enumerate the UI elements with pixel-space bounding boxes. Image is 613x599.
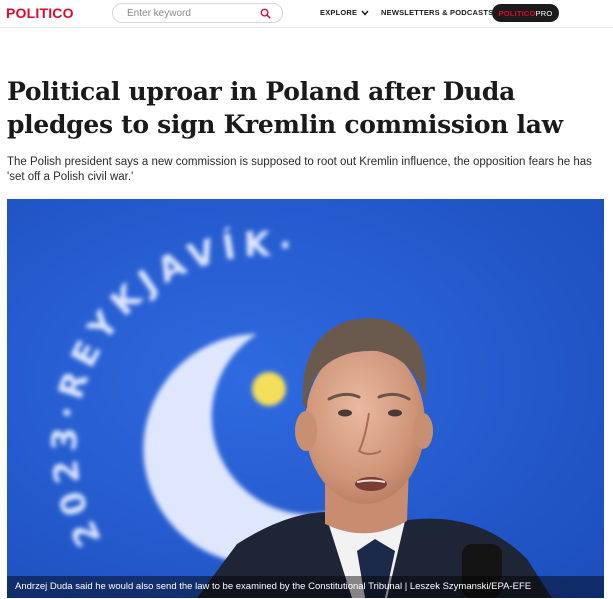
article-headline: Political uproar in Poland after Duda pl… <box>7 77 563 139</box>
pro-button-suffix: PRO <box>535 8 553 18</box>
search-icon[interactable] <box>260 8 271 19</box>
nav-explore[interactable]: EXPLORE <box>320 8 369 17</box>
chevron-down-icon <box>361 10 369 16</box>
politico-pro-button[interactable]: POLITICO PRO <box>492 4 559 22</box>
article-dek: The Polish president says a new commissi… <box>7 156 592 183</box>
politico-logo[interactable]: POLITICO <box>6 5 74 21</box>
nav-newsletters-label: NEWSLETTERS & PODCASTS <box>381 8 494 17</box>
lead-photo: 2023·REYKJAVÍK· Andrzej Duda said he wou… <box>7 199 604 598</box>
photo-caption: Andrzej Duda said he would also send the… <box>7 576 604 598</box>
nav-explore-label: EXPLORE <box>320 8 358 17</box>
site-header: POLITICO EXPLORE NEWSLETTERS & PODCASTS … <box>0 0 613 28</box>
lead-photo-illustration: 2023·REYKJAVÍK· <box>7 199 604 598</box>
search-input[interactable] <box>127 7 257 19</box>
nav-newsletters-podcasts[interactable]: NEWSLETTERS & PODCASTS <box>381 8 505 17</box>
pro-button-brand: POLITICO <box>498 8 536 18</box>
search-box[interactable] <box>112 3 283 23</box>
